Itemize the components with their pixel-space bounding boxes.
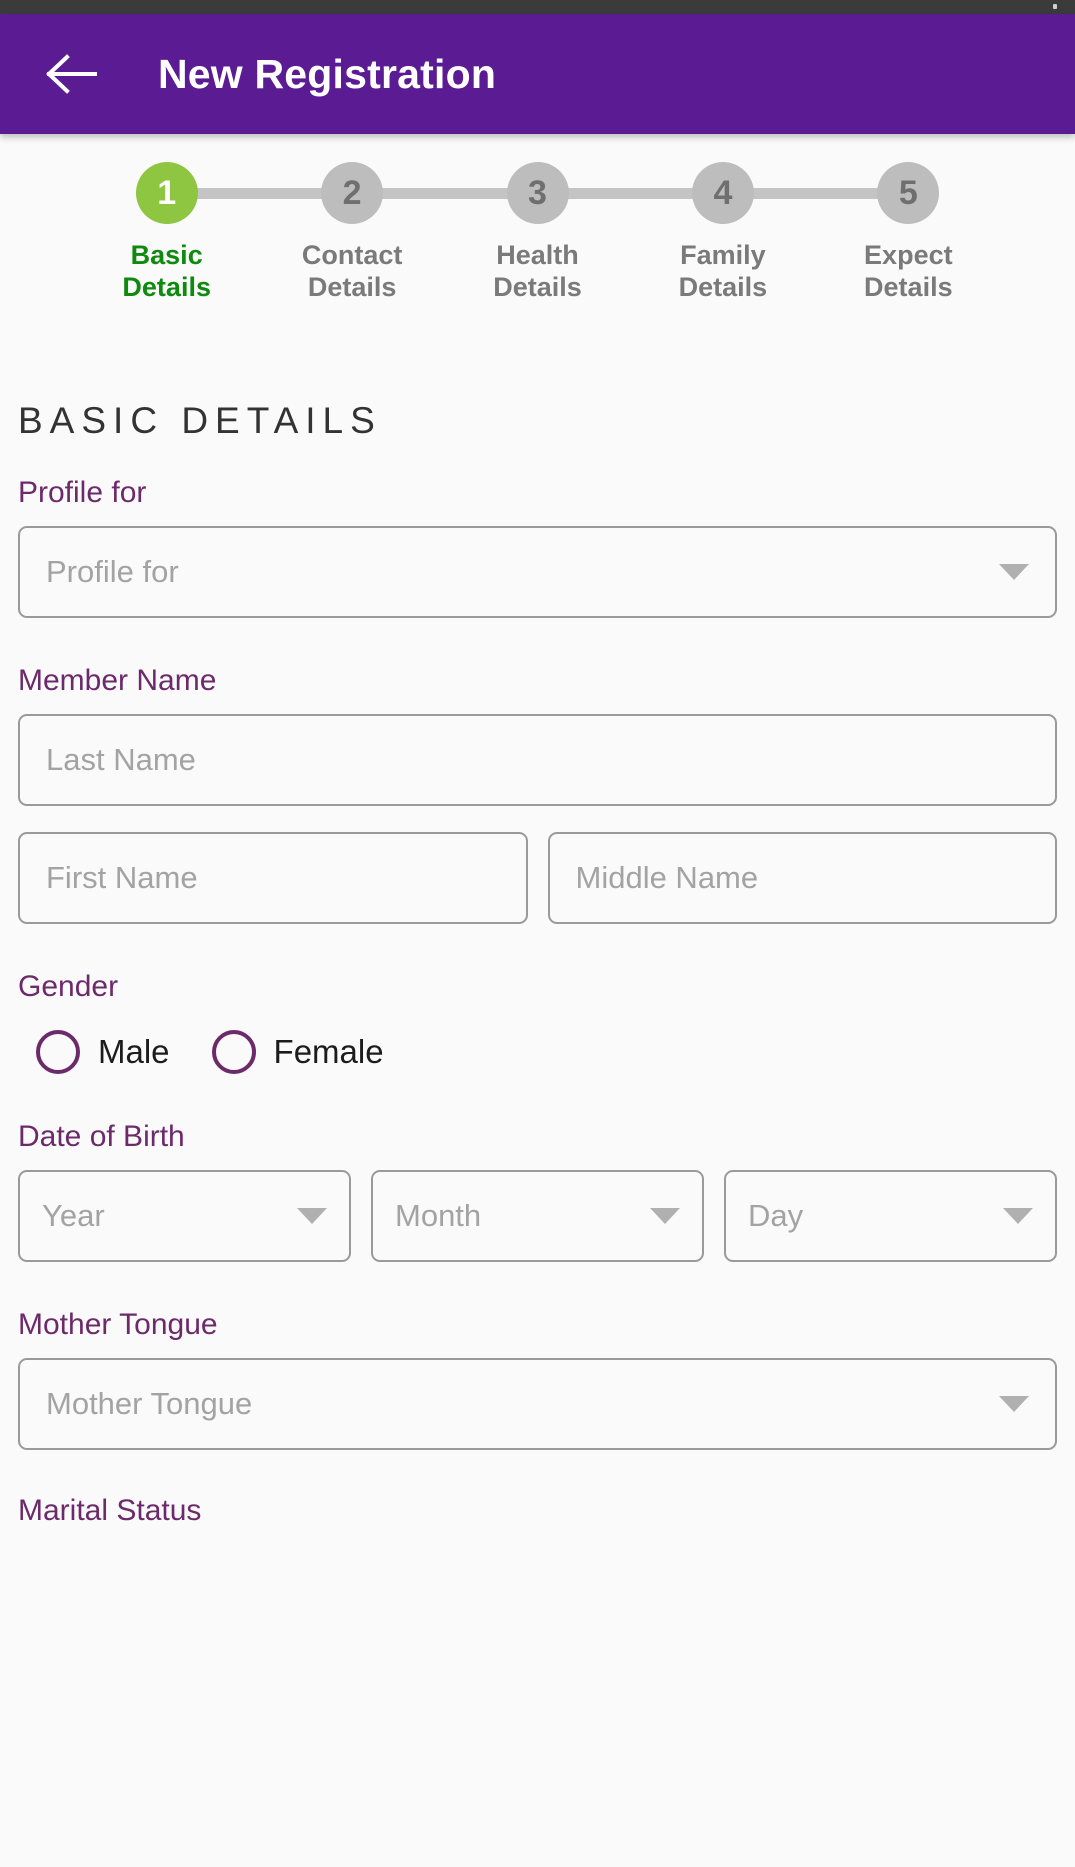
stepper-label-2: Contact Details [302,240,403,304]
stepper-circle-4: 4 [691,162,754,224]
mother-tongue-label: Mother Tongue [18,1307,218,1341]
stepper-label-1-line2: Details [122,271,211,302]
stepper-label-2-line1: Contact [301,240,403,270]
profile-for-placeholder: Profile for [46,553,179,589]
stepper-step-contact-details[interactable]: 2 Contact Details [259,162,444,304]
name-fields-row: First Name Middle Name [18,831,1057,924]
marital-status-label: Marital Status [18,1493,202,1527]
section-heading: BASIC DETAILS [18,399,382,441]
stepper-label-5: Expect Details [864,240,953,304]
stepper-label-3-line1: Health [496,240,579,270]
stepper-step-basic-details[interactable]: 1 Basic Details [74,162,259,304]
chevron-down-icon [999,563,1029,580]
registration-stepper: 1 Basic Details 2 Contact Details 3 Heal… [0,134,1075,304]
mother-tongue-placeholder: Mother Tongue [46,1385,253,1421]
stepper-label-4: Family Details [679,240,768,304]
radio-unchecked-icon [36,1029,80,1074]
first-name-input[interactable]: First Name [18,831,528,924]
chevron-down-icon [999,1395,1029,1412]
stepper-circle-5: 5 [877,162,940,224]
date-of-birth-row: Year Month Day [18,1169,1057,1262]
status-indicator-icon [1053,4,1057,9]
stepper-label-1: Basic Details [122,240,211,304]
dob-day-dropdown[interactable]: Day [724,1169,1057,1262]
chevron-down-icon [1003,1207,1033,1224]
gender-radio-group: Male Female [36,1029,1057,1074]
gender-option-female-label: Female [273,1032,384,1070]
status-bar [0,0,1075,14]
member-name-label: Member Name [18,663,217,697]
stepper-label-4-line2: Details [678,271,768,302]
stepper-step-expect-details[interactable]: 5 Expect Details [816,162,1001,304]
stepper-label-3-line2: Details [493,271,582,302]
gender-option-male[interactable]: Male [36,1029,170,1074]
chevron-down-icon [297,1207,327,1224]
stepper-step-family-details[interactable]: 4 Family Details [630,162,815,304]
radio-unchecked-icon [211,1029,256,1074]
date-of-birth-label: Date of Birth [18,1119,185,1153]
middle-name-placeholder: Middle Name [575,859,759,895]
last-name-placeholder: Last Name [46,741,196,777]
dob-year-dropdown[interactable]: Year [18,1169,351,1262]
stepper-label-1-line1: Basic [130,240,203,270]
dob-month-dropdown[interactable]: Month [371,1169,704,1262]
last-name-input[interactable]: Last Name [18,713,1057,806]
stepper-label-3: Health Details [493,240,582,304]
page-title: New Registration [158,50,497,97]
gender-option-male-label: Male [98,1032,170,1070]
stepper-label-2-line2: Details [307,271,397,302]
stepper-circle-1: 1 [135,162,198,224]
dob-month-placeholder: Month [395,1197,482,1233]
back-arrow-icon [45,53,97,95]
stepper-circle-2: 2 [321,162,384,224]
stepper-label-5-line1: Expect [864,240,953,270]
stepper-track: 1 Basic Details 2 Contact Details 3 Heal… [0,162,1075,304]
stepper-circle-3: 3 [506,162,569,224]
chevron-down-icon [650,1207,680,1224]
middle-name-input[interactable]: Middle Name [547,831,1057,924]
stepper-label-5-line2: Details [864,271,953,302]
stepper-step-health-details[interactable]: 3 Health Details [445,162,630,304]
app-bar: New Registration [0,14,1075,134]
basic-details-form: BASIC DETAILS Profile for Profile for Me… [0,400,1075,1528]
first-name-placeholder: First Name [46,859,198,895]
gender-label: Gender [18,969,119,1003]
back-button[interactable] [40,43,102,105]
dob-year-placeholder: Year [42,1197,105,1233]
profile-for-label: Profile for [18,475,147,509]
profile-for-dropdown[interactable]: Profile for [18,525,1057,618]
mother-tongue-dropdown[interactable]: Mother Tongue [18,1357,1057,1450]
dob-day-placeholder: Day [748,1197,804,1233]
gender-option-female[interactable]: Female [211,1029,384,1074]
stepper-label-4-line1: Family [680,240,766,270]
